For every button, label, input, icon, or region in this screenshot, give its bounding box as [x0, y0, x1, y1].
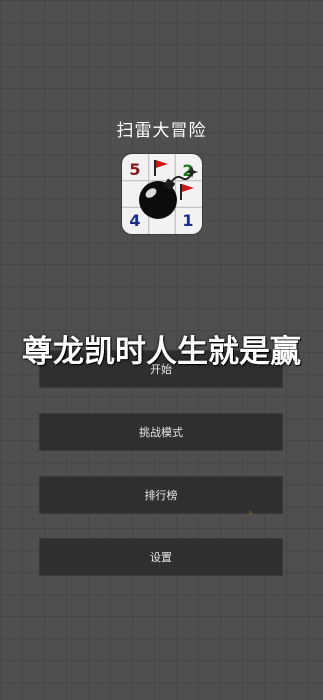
flag-icon: [180, 184, 194, 200]
minesweeper-bomb-icon: 5 2 4 1: [122, 154, 202, 234]
challenge-mode-label: 挑战模式: [139, 426, 183, 439]
app-title: 扫雷大冒险: [116, 121, 207, 141]
overlay-banner: 尊龙凯时人生就是赢: [22, 334, 301, 370]
icon-number-4: 4: [129, 211, 140, 230]
leaderboard-button[interactable]: 排行榜: [39, 476, 283, 514]
leaderboard-label: 排行榜: [144, 489, 178, 502]
settings-button[interactable]: 设置: [39, 538, 283, 576]
icon-number-5: 5: [129, 160, 140, 179]
flag-icon: [154, 160, 168, 176]
challenge-mode-button[interactable]: 挑战模式: [39, 413, 283, 451]
icon-number-1: 1: [182, 211, 193, 230]
settings-label: 设置: [150, 551, 172, 564]
background-speck: [249, 511, 252, 515]
